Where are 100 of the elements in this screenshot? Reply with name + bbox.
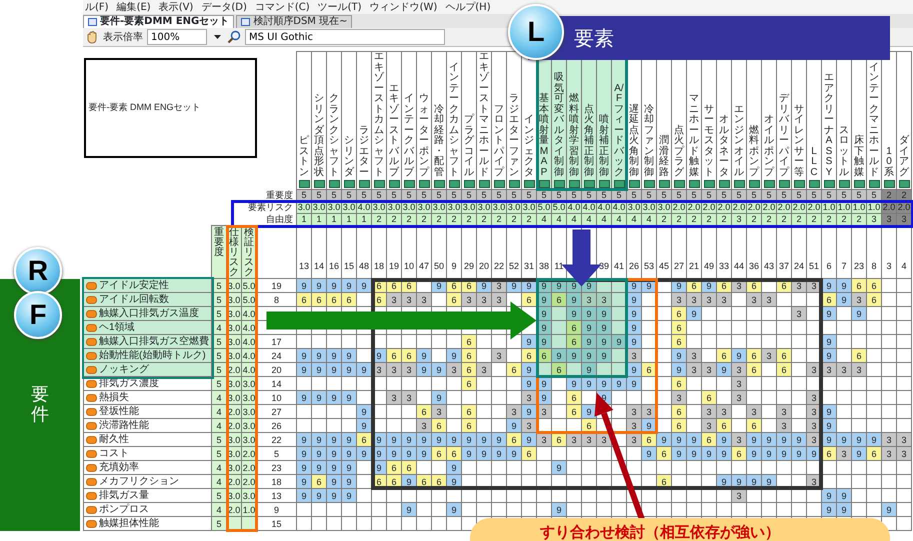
document-icon	[241, 18, 250, 26]
zoom-label: 表示倍率	[103, 30, 143, 44]
menu-item[interactable]: ル(F)	[85, 0, 109, 14]
column-number: 31	[522, 226, 536, 278]
row-label[interactable]: アイドル回転数	[99, 293, 169, 306]
square-icon	[898, 180, 910, 188]
menu-item[interactable]: データ(D)	[201, 0, 247, 14]
row-label[interactable]: 充填効率	[99, 461, 139, 474]
square-icon	[644, 180, 654, 188]
column-header: エアクリーナASSY	[824, 73, 834, 178]
row-label[interactable]: コスト	[99, 447, 129, 460]
search-icon[interactable]	[227, 30, 241, 44]
column-header: ウォーターポンプ	[419, 94, 429, 178]
square-icon	[704, 180, 714, 188]
square-icon	[884, 180, 894, 188]
row-label[interactable]: ポンプロス	[99, 503, 149, 516]
tag-icon	[86, 352, 97, 360]
column-header: フロントパイプ	[494, 104, 504, 178]
square-icon	[718, 180, 730, 188]
square-icon	[418, 180, 430, 188]
tag-icon	[86, 464, 97, 472]
column-number: 41	[612, 226, 626, 278]
matrix-title: 要件-要素 DMM ENGセット	[84, 58, 256, 158]
tag-icon	[86, 282, 97, 290]
tag-icon	[86, 422, 97, 430]
column-header: 燃料噴射学習制御	[569, 94, 579, 178]
column-header: シリンダ	[344, 136, 354, 178]
column-header: 冷却ファン制御	[644, 104, 654, 178]
column-header: インテークバルブ	[404, 94, 414, 178]
row-label[interactable]: 排気ガス量	[99, 489, 149, 502]
tag-icon	[86, 380, 97, 388]
menu-item[interactable]: ヘルプ(H)	[445, 0, 491, 14]
square-icon	[404, 180, 414, 188]
square-icon	[658, 180, 670, 188]
column-header: 吸気可変バルタイ制御	[554, 73, 564, 178]
row-label[interactable]: 触媒担体性能	[99, 517, 159, 530]
row-label[interactable]: ノッキング	[99, 363, 149, 376]
row-label[interactable]: 耐久性	[99, 433, 129, 446]
tag-icon	[86, 394, 97, 402]
column-number: 10	[402, 226, 416, 278]
row-number: 17	[256, 334, 296, 348]
section-marker: R	[14, 246, 62, 294]
caret-icon	[214, 35, 220, 39]
column-header: マニホールド触媒	[689, 94, 699, 178]
column-number: 24	[792, 226, 806, 278]
row-label[interactable]: ヘ1領域	[99, 321, 135, 334]
column-number: 20	[476, 226, 492, 278]
column-number: 37	[776, 226, 792, 278]
tab[interactable]: 要件-要素DMM ENGセット	[83, 15, 234, 28]
square-icon	[794, 180, 804, 188]
square-icon	[464, 180, 474, 188]
square-icon	[328, 180, 340, 188]
menu-item[interactable]: コマンド(C)	[254, 0, 310, 14]
column-number: 43	[762, 226, 776, 278]
menu-item[interactable]: ウィンドウ(W)	[370, 0, 438, 14]
menu-item[interactable]: 表示(V)	[158, 0, 194, 14]
row-label[interactable]: 登坂性能	[99, 405, 139, 418]
column-number: 53	[642, 226, 656, 278]
row-number: 9	[256, 502, 296, 516]
square-icon	[674, 180, 684, 188]
square-icon	[614, 180, 624, 188]
column-header: 点火角補正制御	[584, 104, 594, 178]
square-icon	[568, 180, 580, 188]
tag-icon	[86, 492, 97, 500]
row-label[interactable]: メカフリクション	[99, 475, 179, 488]
column-number: 36	[746, 226, 762, 278]
square-icon	[478, 180, 490, 188]
column-header: 床下触媒	[854, 136, 864, 178]
tag-icon	[86, 450, 97, 458]
column-number: 29	[462, 226, 476, 278]
row-label[interactable]: 触媒入口排気ガス温度	[99, 307, 199, 320]
tag-icon	[86, 478, 97, 486]
square-icon	[388, 180, 400, 188]
square-icon	[494, 180, 504, 188]
menu-item[interactable]: 編集(E)	[116, 0, 151, 14]
column-number: 22	[492, 226, 506, 278]
column-number: 45	[656, 226, 672, 278]
tag-icon	[86, 310, 97, 318]
font-field[interactable]: MS UI Gothic	[245, 29, 445, 45]
row-label[interactable]: 始動性能(始動時トルク)	[99, 349, 206, 362]
square-icon	[554, 180, 564, 188]
tab[interactable]: 検討順序DSM 現在~	[236, 15, 352, 28]
column-header: インテークマニホールド	[869, 62, 879, 178]
zoom-field[interactable]: 100%	[147, 29, 207, 45]
column-number: 33	[716, 226, 732, 278]
column-number: 38	[536, 226, 552, 278]
column-number: 51	[806, 226, 822, 278]
square-icon	[748, 180, 760, 188]
row-label[interactable]: アイドル安定性	[99, 279, 169, 292]
square-icon	[688, 180, 700, 188]
column-header: デリバリーパイプ	[779, 94, 789, 178]
document-icon	[88, 18, 97, 26]
hand-icon[interactable]	[85, 30, 99, 44]
column-header: エキゾーストカムシャフト	[374, 52, 384, 178]
row-label[interactable]: 渋滞路性能	[99, 419, 149, 432]
column-header: エキゾーストマニホールド	[479, 52, 489, 178]
menu-item[interactable]: ツール(T)	[318, 0, 362, 14]
square-icon	[584, 180, 594, 188]
row-label[interactable]: 熱損失	[99, 391, 129, 404]
row-label[interactable]: 触媒入口排気ガス空燃費	[99, 335, 209, 348]
